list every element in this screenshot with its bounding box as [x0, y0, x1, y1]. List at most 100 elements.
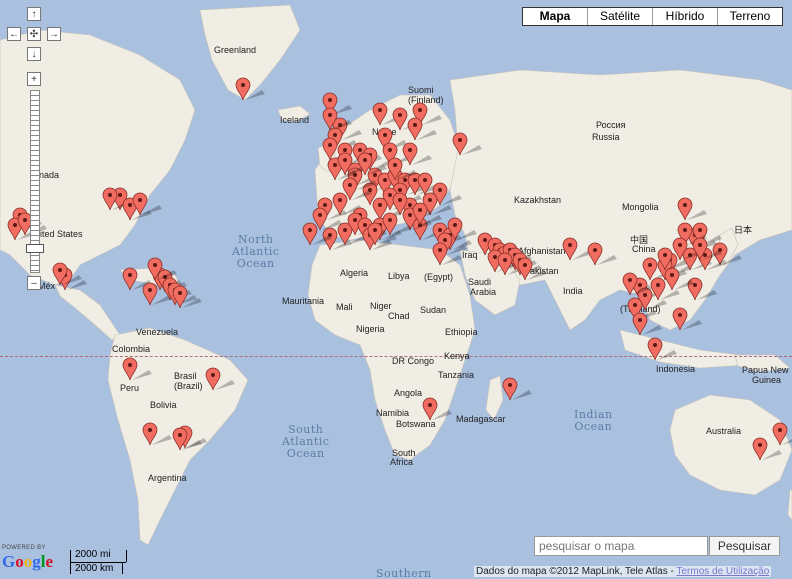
- map-label: Ethiopia: [445, 327, 478, 337]
- map-label: Tanzania: [438, 370, 475, 380]
- map-marker[interactable]: [122, 267, 152, 291]
- logo-text: Google: [2, 552, 54, 571]
- map-marker[interactable]: [102, 187, 132, 211]
- map-marker[interactable]: [322, 137, 352, 161]
- ocean-label: South Atlantic Ocean: [282, 423, 330, 460]
- map-type-hybrid[interactable]: Híbrido: [652, 8, 717, 25]
- map-label: Arabia: [470, 287, 497, 297]
- map-label: Greenland: [214, 45, 257, 55]
- map-type-control: Mapa Satélite Híbrido Terreno: [522, 7, 783, 26]
- map-label: Madagascar: [456, 414, 506, 424]
- pan-right-button[interactable]: →: [47, 27, 61, 41]
- search-input[interactable]: pesquisar o mapa: [534, 536, 708, 556]
- map-marker[interactable]: [650, 277, 680, 301]
- pan-down-button[interactable]: ↓: [27, 47, 41, 61]
- scale-miles: 2000 mi: [75, 549, 111, 560]
- map-type-terrain[interactable]: Terreno: [717, 8, 782, 25]
- map-marker[interactable]: [677, 197, 707, 221]
- map-label: Россия: [596, 120, 626, 130]
- map-marker[interactable]: [407, 117, 437, 141]
- map-marker[interactable]: [205, 367, 235, 391]
- map-marker[interactable]: [562, 237, 592, 261]
- map-canvas[interactable]: GreenlandIcelandSuomi(Finland)NorgeРосси…: [0, 0, 792, 579]
- map-marker[interactable]: [142, 282, 172, 306]
- map-marker[interactable]: [632, 312, 662, 336]
- attribution: Dados do mapa ©2012 MapLink, Tele Atlas …: [474, 566, 772, 577]
- map-label: Guinea: [752, 375, 782, 385]
- map-marker[interactable]: [752, 437, 782, 461]
- zoom-in-button[interactable]: +: [27, 72, 41, 86]
- map-label: Peru: [120, 383, 140, 393]
- map-marker[interactable]: [132, 192, 162, 216]
- map-marker[interactable]: [692, 237, 722, 261]
- map-label: Iraq: [462, 250, 478, 260]
- map-marker[interactable]: [382, 212, 412, 236]
- map-label: Algeria: [340, 268, 369, 278]
- map-marker[interactable]: [337, 152, 367, 176]
- google-logo[interactable]: POWERED BY Google: [2, 545, 53, 572]
- logo-powered-by: POWERED BY: [2, 545, 46, 551]
- map-marker[interactable]: [412, 202, 442, 226]
- map-label: Bolivia: [150, 400, 177, 410]
- map-marker[interactable]: [417, 172, 447, 196]
- map-label: Argentina: [148, 473, 187, 483]
- map-label: Russia: [592, 132, 620, 142]
- zoom-out-button[interactable]: –: [27, 276, 41, 290]
- map-marker[interactable]: [657, 247, 687, 271]
- map-label: Mauritania: [282, 296, 325, 306]
- map-marker[interactable]: [235, 77, 265, 101]
- map-label: Nigeria: [356, 324, 385, 334]
- map-type-map[interactable]: Mapa: [523, 8, 587, 25]
- map-marker[interactable]: [52, 262, 82, 286]
- map-marker[interactable]: [622, 272, 652, 296]
- map-marker[interactable]: [122, 357, 152, 381]
- ocean-label: North Atlantic Ocean: [232, 233, 280, 270]
- map-marker[interactable]: [342, 177, 372, 201]
- map-marker[interactable]: [497, 252, 527, 276]
- map-label: Australia: [706, 426, 742, 436]
- map-marker[interactable]: [367, 222, 397, 246]
- zoom-slider-thumb[interactable]: [26, 244, 44, 253]
- map-marker[interactable]: [142, 422, 172, 446]
- map-label: Venezuela: [136, 327, 179, 337]
- map-marker[interactable]: [172, 285, 202, 309]
- map-marker[interactable]: [402, 142, 432, 166]
- map-label: Chad: [388, 311, 410, 321]
- map-label: India: [563, 286, 583, 296]
- center-button[interactable]: ✣: [27, 27, 41, 41]
- map-label: Namibia: [376, 408, 410, 418]
- map-label: ited States: [40, 229, 83, 239]
- map-label: Botswana: [396, 419, 436, 429]
- map-marker[interactable]: [372, 102, 402, 126]
- map-marker[interactable]: [647, 337, 677, 361]
- map-marker[interactable]: [642, 257, 672, 281]
- map-marker[interactable]: [587, 242, 617, 266]
- map-marker[interactable]: [452, 132, 482, 156]
- map-marker[interactable]: [357, 152, 387, 176]
- map-marker[interactable]: [322, 107, 352, 131]
- map-marker[interactable]: [172, 427, 202, 451]
- terms-link[interactable]: Termos de Utilização: [676, 566, 769, 577]
- map-label: DR Congo: [392, 356, 435, 366]
- map-marker[interactable]: [147, 257, 177, 281]
- map-marker[interactable]: [772, 422, 792, 446]
- map-marker[interactable]: [502, 377, 532, 401]
- map-marker[interactable]: [392, 107, 422, 131]
- map-label: Indonesia: [656, 364, 696, 374]
- map-label: (Egypt): [424, 272, 454, 282]
- map-marker[interactable]: [672, 307, 702, 331]
- map-marker[interactable]: [422, 397, 452, 421]
- map-label: Iceland: [280, 115, 310, 125]
- map-marker[interactable]: [664, 267, 694, 291]
- map-type-satellite[interactable]: Satélite: [587, 8, 652, 25]
- map-marker[interactable]: [387, 157, 417, 181]
- map-marker[interactable]: [672, 237, 702, 261]
- map-marker[interactable]: [517, 257, 547, 281]
- map-label: Libya: [388, 271, 410, 281]
- pan-left-button[interactable]: ←: [7, 27, 21, 41]
- search-button[interactable]: Pesquisar: [709, 536, 780, 556]
- pan-up-button[interactable]: ↑: [27, 7, 41, 21]
- map-marker[interactable]: [432, 242, 462, 266]
- map-label: Kenya: [444, 351, 470, 361]
- map-marker[interactable]: [312, 207, 342, 231]
